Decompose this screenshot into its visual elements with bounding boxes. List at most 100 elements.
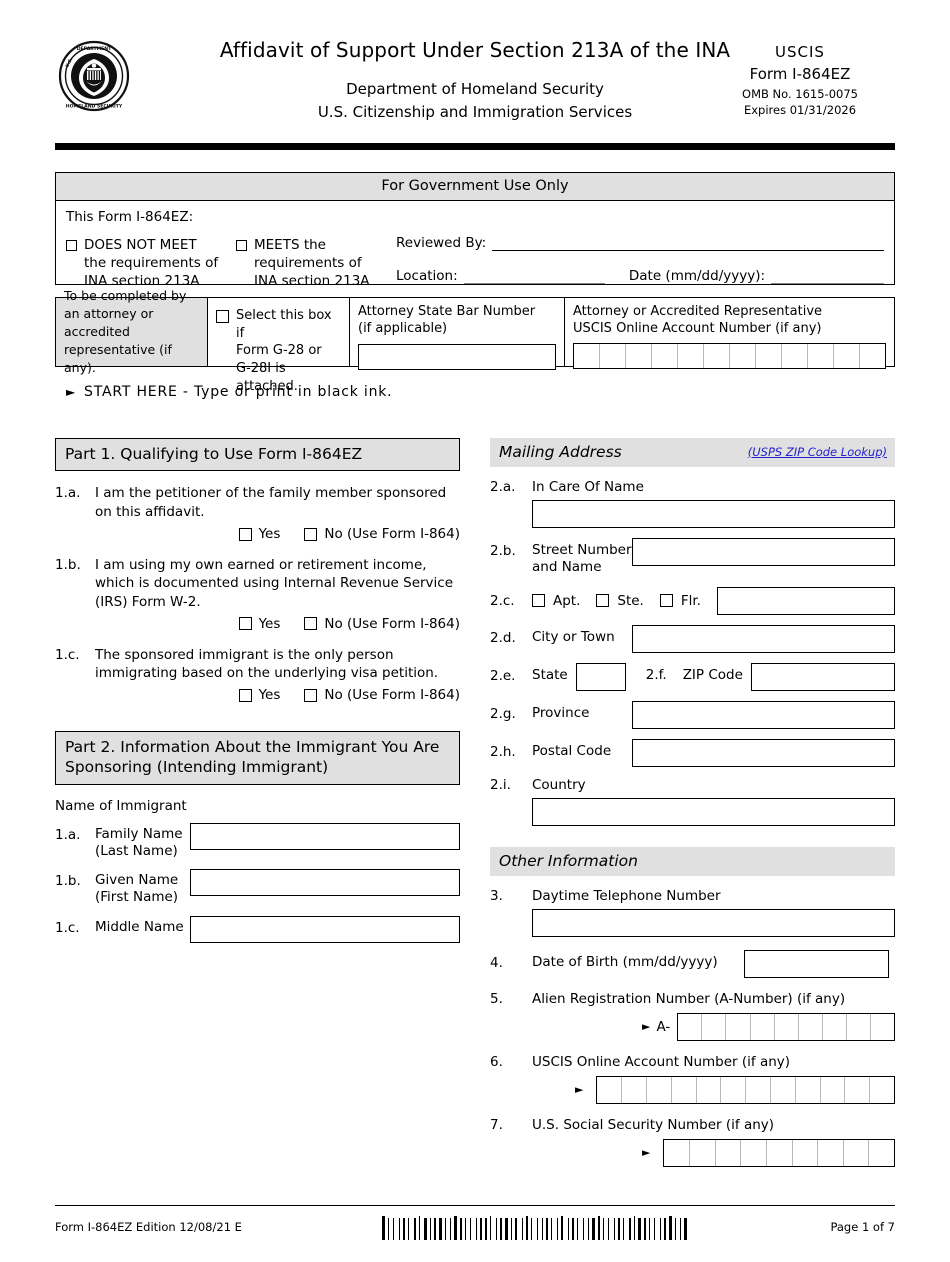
field-city-input[interactable] (632, 624, 895, 653)
field-family-name-input[interactable] (190, 822, 460, 850)
does-not-meet-line1: DOES NOT MEET (84, 237, 197, 253)
field-anumber-label-row: 5. Alien Registration Number (A-Number) … (490, 991, 895, 1007)
question-1c-yes-label: Yes (258, 687, 281, 704)
question-1c-no[interactable]: No (Use Form I-864) (304, 686, 460, 704)
question-1a-no[interactable]: No (Use Form I-864) (304, 525, 460, 543)
field-province-input[interactable] (632, 700, 895, 729)
field-uscis-account-comb[interactable] (596, 1075, 895, 1104)
unit-flr-option[interactable]: Flr. (659, 593, 701, 609)
question-1b-no[interactable]: No (Use Form I-864) (304, 615, 460, 633)
question-1a: 1.a. I am the petitioner of the family m… (55, 484, 460, 543)
question-1a-yes-checkbox[interactable] (238, 527, 252, 541)
field-uscis-account-label-row: 6. USCIS Online Account Number (if any) (490, 1054, 895, 1070)
does-not-meet-option[interactable]: DOES NOT MEET the requirements of INA se… (66, 237, 236, 291)
question-1c-yes-checkbox[interactable] (238, 689, 252, 703)
g28-line2: Form G-28 or (236, 343, 322, 359)
part2-header: Part 2. Information About the Immigrant … (55, 730, 460, 785)
question-1c-no-checkbox[interactable] (304, 689, 318, 703)
field-middle-name-input[interactable] (190, 915, 460, 943)
field-street-input[interactable] (632, 538, 895, 566)
field-postal-code-number: 2.h. (490, 743, 516, 760)
does-not-meet-line2: the requirements of (84, 254, 219, 271)
question-1a-no-checkbox[interactable] (304, 527, 318, 541)
question-1b-text: I am using my own earned or retirement i… (95, 557, 454, 610)
field-city-label: City or Town (532, 628, 615, 645)
field-given-name-label2: (First Name) (95, 889, 179, 906)
unit-ste-option[interactable]: Ste. (596, 593, 644, 609)
field-given-name-input[interactable] (190, 869, 460, 897)
field-state-input[interactable] (575, 662, 626, 691)
question-1b-answers: Yes No (Use Form I-864) (95, 615, 460, 633)
meets-checkbox[interactable] (236, 240, 247, 251)
date-input[interactable] (771, 269, 884, 284)
field-unit-input[interactable] (716, 586, 895, 615)
mailing-address-header: Mailing Address (USPS ZIP Code Lookup) (490, 438, 895, 467)
question-1b-yes-checkbox[interactable] (238, 617, 252, 631)
question-1a-yes[interactable]: Yes (238, 525, 281, 543)
field-postal-code-input[interactable] (632, 738, 895, 767)
location-input[interactable] (463, 269, 605, 284)
usps-zip-lookup-link[interactable]: (USPS ZIP Code Lookup) (748, 445, 887, 459)
date-label: Date (mm/dd/yyyy): (628, 268, 766, 284)
svg-text:HOMELAND SECURITY: HOMELAND SECURITY (66, 104, 123, 110)
field-city: 2.d. City or Town (490, 624, 895, 653)
g28-checkbox[interactable] (216, 310, 229, 323)
question-1c-yes[interactable]: Yes (238, 686, 281, 704)
field-ssn-label-row: 7. U.S. Social Security Number (if any) (490, 1117, 895, 1133)
question-1c-answers: Yes No (Use Form I-864) (95, 686, 460, 704)
field-middle-name-number: 1.c. (55, 919, 80, 936)
question-1a-yes-label: Yes (258, 525, 281, 542)
acct-label-line1: Attorney or Accredited Representative (573, 304, 823, 319)
start-here-note: ► START HERE - Type or print in black ink… (66, 384, 950, 400)
question-1b-no-checkbox[interactable] (304, 617, 318, 631)
unit-flr-checkbox[interactable] (659, 594, 673, 608)
header-agency-full: U.S. Citizenship and Immigration Service… (317, 103, 633, 121)
field-family-name-label1: Family Name (95, 825, 183, 842)
field-family-name-label2: (Last Name) (95, 842, 178, 859)
field-postal-code: 2.h. Postal Code (490, 738, 895, 767)
does-not-meet-checkbox[interactable] (66, 240, 77, 251)
g28-option[interactable]: Select this box if Form G-28 or G-28I is… (208, 298, 350, 394)
field-uscis-account-label: USCIS Online Account Number (if any) (532, 1053, 791, 1070)
question-1b-number: 1.b. (55, 557, 81, 574)
field-ssn-comb[interactable] (663, 1138, 895, 1167)
field-anumber-comb[interactable] (677, 1012, 895, 1041)
header-department: Department of Homeland Security (346, 80, 604, 98)
field-dob-input[interactable] (743, 949, 889, 978)
other-information-title: Other Information (499, 851, 638, 870)
header-form-meta: USCIS Form I-864EZ OMB No. 1615-0075 Exp… (705, 42, 895, 119)
reviewed-by-input[interactable] (492, 236, 884, 251)
field-in-care-of-input[interactable] (532, 500, 895, 528)
form-barcode (381, 1214, 691, 1240)
attorney-box: To be completed by an attorney or accred… (55, 288, 895, 394)
field-anumber-number: 5. (490, 990, 503, 1007)
field-street-label2: and Name (532, 559, 602, 576)
unit-apt-option[interactable]: Apt. (532, 593, 580, 609)
field-zip-number: 2.f. (645, 666, 667, 683)
field-country-label-row: 2.i. Country (490, 777, 895, 793)
question-1b-yes[interactable]: Yes (238, 615, 280, 633)
location-label: Location: (396, 268, 458, 284)
field-state-number: 2.e. (490, 667, 516, 684)
field-street-number: 2.b. (490, 543, 516, 559)
page-footer: Form I-864EZ Edition 12/08/21 E Page 1 o… (55, 1214, 895, 1240)
attorney-uscis-account-comb[interactable] (573, 342, 886, 369)
government-use-box: For Government Use Only This Form I-864E… (55, 172, 895, 289)
field-country-number: 2.i. (490, 776, 511, 793)
field-phone-input[interactable] (532, 908, 895, 937)
field-zip-input[interactable] (750, 662, 895, 691)
unit-apt-checkbox[interactable] (532, 594, 545, 608)
field-province-number: 2.g. (490, 705, 516, 722)
field-given-name-label1: Given Name (95, 872, 179, 889)
field-phone-label: Daytime Telephone Number (532, 887, 721, 904)
meets-option[interactable]: MEETS the requirements of INA section 21… (236, 237, 386, 291)
unit-ste-checkbox[interactable] (596, 594, 610, 608)
government-use-title: For Government Use Only (56, 173, 894, 201)
field-given-name-number: 1.b. (55, 873, 81, 890)
ssn-triangle-icon: ► (642, 1146, 651, 1160)
attorney-bar-number-input[interactable] (358, 343, 556, 370)
field-dob-number: 4. (490, 954, 503, 971)
field-country-input[interactable] (532, 797, 895, 826)
field-phone-number: 3. (490, 887, 503, 904)
header-omb: OMB No. 1615-0075 (742, 86, 858, 101)
